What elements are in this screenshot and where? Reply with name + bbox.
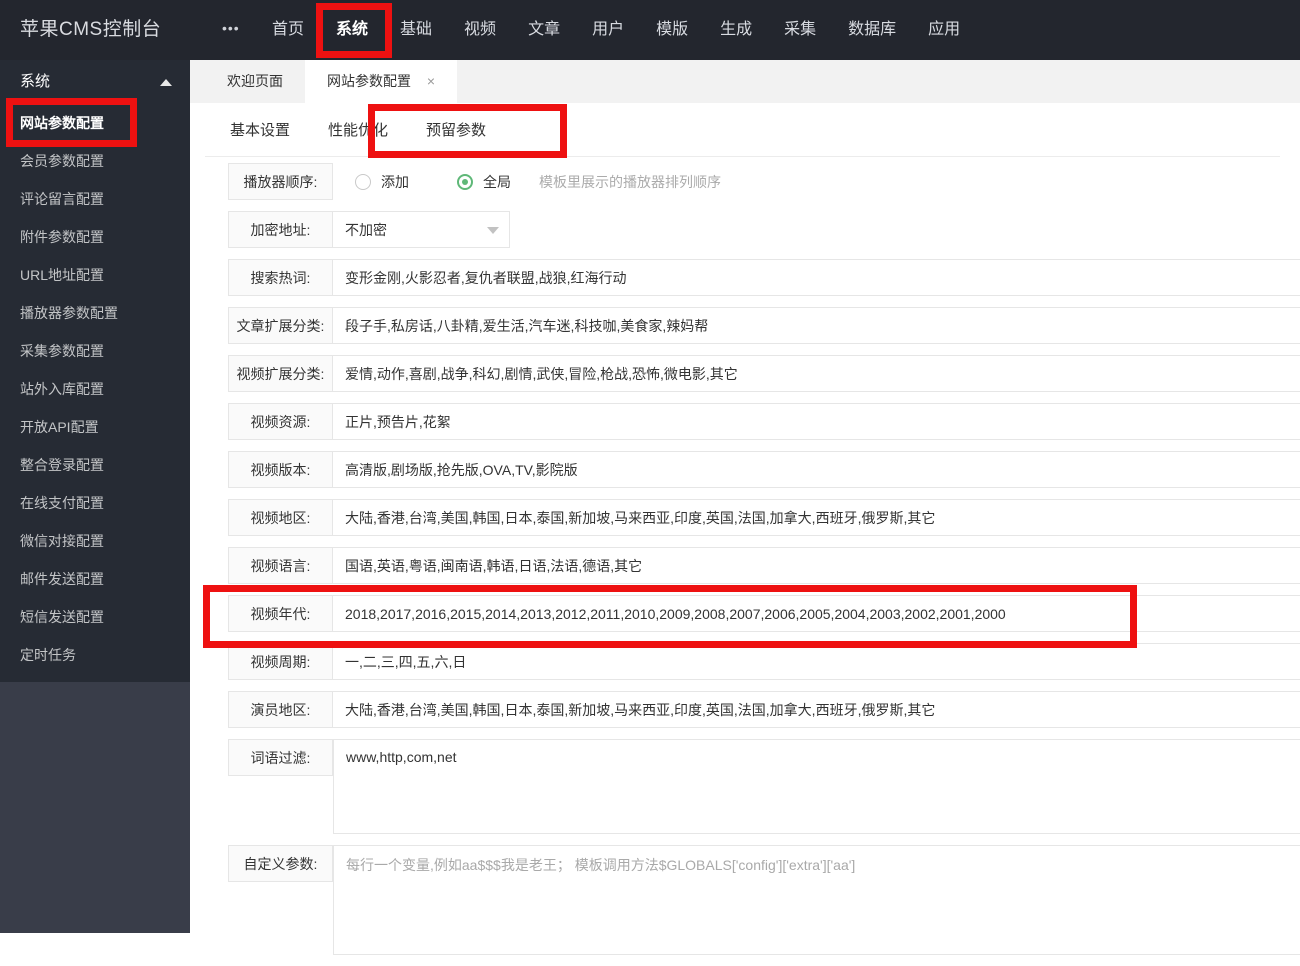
sidebar-item-sms-config[interactable]: 短信发送配置 [0,598,190,636]
row-video-weekdays: 视频周期: [228,643,1300,680]
video-ext-categories-label: 视频扩展分类: [228,355,333,392]
video-languages-label: 视频语言: [228,547,333,584]
encrypt-url-selected-value: 不加密 [345,221,387,238]
row-article-ext-categories: 文章扩展分类: [228,307,1300,344]
radio-add-label: 添加 [381,173,409,190]
page-tabstrip: 欢迎页面 网站参数配置 × [190,60,1300,103]
sidebar-group-system[interactable]: 系统 [0,60,190,104]
video-weekdays-input[interactable] [333,643,1300,680]
sidebar-item-integrated-login[interactable]: 整合登录配置 [0,446,190,484]
radio-checked-icon[interactable] [457,173,473,190]
player-order-options: 添加 全局 模板里展示的播放器排列顺序 [333,163,721,200]
topbar: 苹果CMS控制台 ••• 首页 系统 基础 视频 文章 用户 模版 生成 采集 … [0,0,1300,60]
encrypt-url-label: 加密地址: [228,211,333,248]
video-versions-label: 视频版本: [228,451,333,488]
nav-item-video[interactable]: 视频 [448,0,512,60]
sidebar: 系统 网站参数配置 会员参数配置 评论留言配置 附件参数配置 URL地址配置 播… [0,60,190,933]
nav-item-app[interactable]: 应用 [912,0,976,60]
caret-up-icon [160,79,172,86]
nav-item-collect[interactable]: 采集 [768,0,832,60]
row-actor-regions: 演员地区: [228,691,1300,728]
row-encrypt-url: 加密地址: 不加密 [228,211,1300,248]
collapse-menu-icon[interactable]: ••• [222,0,240,60]
main-content: 欢迎页面 网站参数配置 × 基本设置 性能优化 预留参数 播放器顺序: 添加 全… [190,60,1300,955]
search-hotwords-label: 搜索热词: [228,259,333,296]
row-custom-params: 自定义参数: [228,845,1300,955]
row-video-regions: 视频地区: [228,499,1300,536]
reserved-params-form: 播放器顺序: 添加 全局 模板里展示的播放器排列顺序 加密地址: 不加密 搜索热… [228,163,1300,966]
row-word-filter: 词语过滤: www,http,com,net [228,739,1300,834]
player-order-hint: 模板里展示的播放器排列顺序 [539,173,721,190]
row-video-ext-categories: 视频扩展分类: [228,355,1300,392]
radio-global-label: 全局 [483,173,511,190]
custom-params-textarea[interactable] [333,845,1300,955]
nav-item-user[interactable]: 用户 [576,0,640,60]
sidebar-item-site-params[interactable]: 网站参数配置 [0,104,190,142]
sidebar-item-external-import[interactable]: 站外入库配置 [0,370,190,408]
tab-welcome[interactable]: 欢迎页面 [205,60,305,103]
search-hotwords-input[interactable] [333,259,1300,296]
row-video-versions: 视频版本: [228,451,1300,488]
subtab-basic-settings[interactable]: 基本设置 [220,119,300,140]
video-years-label: 视频年代: [228,595,333,632]
actor-regions-input[interactable] [333,691,1300,728]
word-filter-textarea[interactable]: www,http,com,net [333,739,1300,834]
nav-item-template[interactable]: 模版 [640,0,704,60]
row-video-languages: 视频语言: [228,547,1300,584]
video-regions-input[interactable] [333,499,1300,536]
article-ext-categories-label: 文章扩展分类: [228,307,333,344]
sidebar-item-attachment-params[interactable]: 附件参数配置 [0,218,190,256]
sidebar-group-label: 系统 [20,73,51,90]
sidebar-item-scheduled-tasks[interactable]: 定时任务 [0,636,190,674]
radio-unchecked-icon[interactable] [355,173,371,190]
row-video-years: 视频年代: [228,595,1300,632]
sidebar-item-member-params[interactable]: 会员参数配置 [0,142,190,180]
word-filter-label: 词语过滤: [228,739,333,776]
row-player-order: 播放器顺序: 添加 全局 模板里展示的播放器排列顺序 [228,163,1300,200]
subtab-reserved-params[interactable]: 预留参数 [416,119,496,140]
tab-site-params-label: 网站参数配置 [327,73,411,89]
actor-regions-label: 演员地区: [228,691,333,728]
sidebar-item-online-payment[interactable]: 在线支付配置 [0,484,190,522]
row-video-resources: 视频资源: [228,403,1300,440]
video-ext-categories-input[interactable] [333,355,1300,392]
nav-item-generate[interactable]: 生成 [704,0,768,60]
close-tab-icon[interactable]: × [427,73,435,89]
video-languages-input[interactable] [333,547,1300,584]
nav-item-database[interactable]: 数据库 [832,0,912,60]
nav-item-basic[interactable]: 基础 [384,0,448,60]
sidebar-item-player-params[interactable]: 播放器参数配置 [0,294,190,332]
app-title: 苹果CMS控制台 [20,19,162,40]
row-search-hotwords: 搜索热词: [228,259,1300,296]
sidebar-item-comment-config[interactable]: 评论留言配置 [0,180,190,218]
settings-subtabs: 基本设置 性能优化 预留参数 [205,103,1280,157]
custom-params-label: 自定义参数: [228,845,333,882]
nav-item-article[interactable]: 文章 [512,0,576,60]
sidebar-item-wechat-config[interactable]: 微信对接配置 [0,522,190,560]
video-regions-label: 视频地区: [228,499,333,536]
video-resources-input[interactable] [333,403,1300,440]
sidebar-item-collect-params[interactable]: 采集参数配置 [0,332,190,370]
radio-add[interactable]: 添加 [355,172,409,192]
video-years-input[interactable] [333,595,1300,632]
player-order-label: 播放器顺序: [228,163,333,200]
top-navigation: 首页 系统 基础 视频 文章 用户 模版 生成 采集 数据库 应用 [256,0,976,60]
sidebar-menu-system: 系统 网站参数配置 会员参数配置 评论留言配置 附件参数配置 URL地址配置 播… [0,60,190,682]
nav-item-home[interactable]: 首页 [256,0,320,60]
tab-site-params[interactable]: 网站参数配置 × [305,60,458,103]
encrypt-url-select[interactable]: 不加密 [333,211,510,248]
nav-item-system[interactable]: 系统 [320,0,384,60]
sidebar-item-url-config[interactable]: URL地址配置 [0,256,190,294]
subtab-performance[interactable]: 性能优化 [318,119,398,140]
video-versions-input[interactable] [333,451,1300,488]
video-resources-label: 视频资源: [228,403,333,440]
article-ext-categories-input[interactable] [333,307,1300,344]
sidebar-item-email-config[interactable]: 邮件发送配置 [0,560,190,598]
sidebar-item-open-api[interactable]: 开放API配置 [0,408,190,446]
video-weekdays-label: 视频周期: [228,643,333,680]
radio-global[interactable]: 全局 [457,172,511,192]
caret-down-icon [487,227,499,234]
